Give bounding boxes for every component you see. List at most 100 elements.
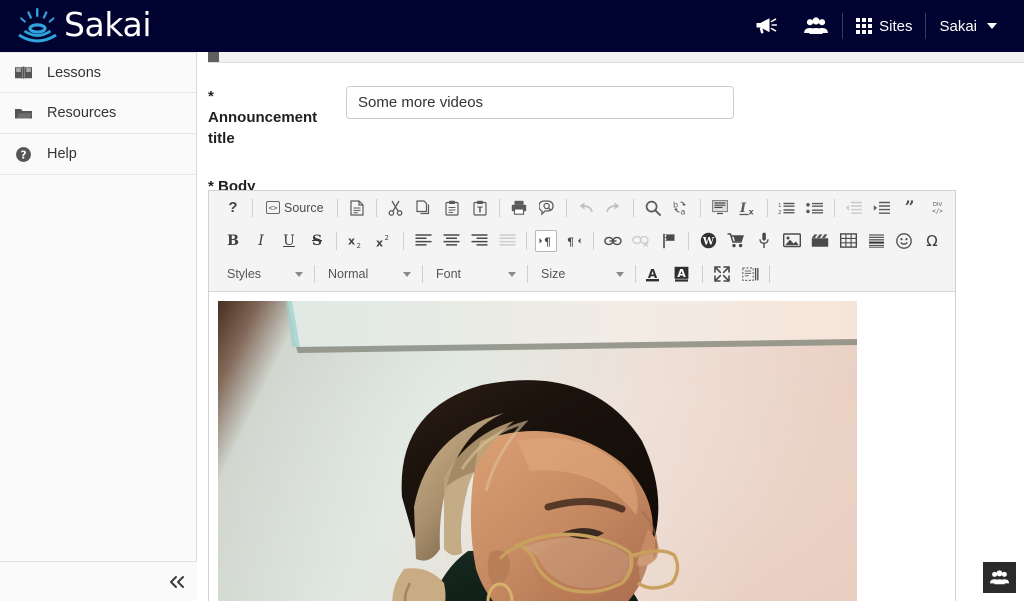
bulleted-list-icon[interactable] (804, 197, 826, 219)
copy-icon[interactable] (413, 197, 435, 219)
svg-text:</>: </> (932, 208, 943, 215)
user-menu-button[interactable]: Sakai (926, 0, 1010, 52)
required-marker: * (208, 88, 214, 105)
svg-text:b: b (673, 200, 678, 209)
styles-dropdown-label: Styles (227, 267, 262, 281)
bold-icon[interactable]: B (222, 230, 244, 252)
svg-text:A: A (677, 267, 686, 280)
new-page-icon[interactable] (346, 197, 368, 219)
sites-label: Sites (879, 17, 913, 35)
help-icon[interactable]: ? (222, 197, 244, 219)
print-icon[interactable] (508, 197, 530, 219)
select-all-icon[interactable] (709, 197, 731, 219)
rich-text-editor: ? <> Source T b a I x 1 2 ” DIV </> B I … (208, 190, 956, 601)
sidebar-item-help[interactable]: ? Help (0, 134, 196, 175)
link-icon[interactable] (602, 230, 624, 252)
svg-text:?: ? (20, 149, 26, 161)
svg-text:2: 2 (356, 242, 360, 249)
toolbar-separator (565, 198, 567, 217)
font-size-dropdown[interactable]: Size (535, 263, 628, 285)
find-icon[interactable] (642, 197, 664, 219)
microphone-icon[interactable] (753, 230, 775, 252)
svg-text:W: W (701, 237, 714, 248)
embedded-photo[interactable] (218, 301, 857, 601)
subscript-icon[interactable]: x2 (345, 230, 367, 252)
align-right-icon[interactable] (468, 230, 490, 252)
special-char-icon[interactable]: Ω (921, 230, 943, 252)
align-center-icon[interactable] (440, 230, 462, 252)
announcement-form: * Announcement title * Body (197, 74, 1024, 195)
sidebar-item-lessons[interactable]: Lessons (0, 52, 196, 93)
chat-widget-button[interactable] (983, 562, 1016, 593)
font-dropdown-label: Font (436, 267, 462, 281)
sakai-logo[interactable]: Sakai (0, 6, 151, 46)
italic-icon[interactable]: I (250, 230, 272, 252)
roster-button[interactable] (790, 0, 842, 52)
source-button[interactable]: <> Source (261, 197, 329, 219)
styles-dropdown[interactable]: Styles (221, 263, 307, 285)
people-group-icon (989, 570, 1010, 585)
scrollbar-thumb[interactable] (208, 52, 219, 62)
indent-icon[interactable] (871, 197, 893, 219)
cart-icon[interactable] (725, 230, 747, 252)
maximize-icon[interactable] (711, 263, 733, 285)
table-icon[interactable] (837, 230, 859, 252)
toolbar-separator (526, 231, 527, 250)
double-chevron-left-icon (167, 575, 187, 589)
movie-clapper-icon[interactable] (809, 230, 831, 252)
svg-text:a: a (681, 207, 686, 216)
toolbar-separator (702, 265, 703, 283)
strikethrough-icon[interactable]: S (306, 230, 328, 252)
folder-icon (12, 106, 34, 121)
grid-apps-icon (856, 18, 873, 34)
announcement-title-label: * Announcement title (208, 74, 346, 149)
background-color-icon[interactable]: A (673, 263, 690, 285)
toolbar-separator (833, 198, 835, 217)
user-menu-label: Sakai (939, 17, 977, 35)
align-left-icon[interactable] (412, 230, 434, 252)
image-icon[interactable] (781, 230, 803, 252)
horizontal-scrollbar[interactable] (208, 52, 1024, 63)
announcements-button[interactable] (742, 0, 790, 52)
unlink-icon (630, 230, 652, 252)
numbered-list-icon[interactable]: 12 (776, 197, 798, 219)
editor-content-area[interactable] (209, 292, 955, 601)
tool-sidebar: Lessons Resources ? Help (0, 52, 197, 601)
toolbar-separator (314, 265, 315, 283)
chevron-down-icon (987, 23, 997, 29)
header-nav: Sites Sakai (742, 0, 1024, 52)
font-dropdown[interactable]: Font (430, 263, 520, 285)
text-direction-rtl-icon[interactable]: ¶ (563, 230, 585, 252)
sidebar-collapse-button[interactable] (0, 561, 197, 601)
smiley-icon[interactable] (893, 230, 915, 252)
superscript-icon[interactable]: x2 (373, 230, 395, 252)
toolbar-separator (688, 231, 689, 250)
svg-text:x: x (348, 234, 355, 247)
paste-icon[interactable] (441, 197, 463, 219)
sites-button[interactable]: Sites (843, 0, 925, 52)
anchor-flag-icon[interactable] (658, 230, 680, 252)
water-splash-icon (16, 6, 60, 46)
cut-icon[interactable] (385, 197, 407, 219)
blockquote-icon[interactable]: ” (899, 197, 921, 219)
font-size-dropdown-label: Size (541, 267, 566, 281)
paragraph-format-dropdown[interactable]: Normal (322, 263, 415, 285)
toolbar-separator (632, 198, 634, 217)
horizontal-rule-icon[interactable] (865, 230, 887, 252)
replace-icon[interactable]: ba (670, 197, 692, 219)
undo-icon (575, 197, 597, 219)
svg-text:2: 2 (778, 210, 782, 215)
text-direction-ltr-icon[interactable]: ¶ (535, 229, 557, 252)
remove-format-icon[interactable]: Ix (737, 197, 759, 219)
paste-text-icon[interactable]: T (469, 197, 491, 219)
spell-check-icon[interactable] (536, 197, 558, 219)
sidebar-item-resources[interactable]: Resources (0, 93, 196, 134)
redo-icon (603, 197, 625, 219)
wikipedia-icon[interactable]: W (697, 230, 719, 252)
text-color-icon[interactable]: A (644, 263, 661, 285)
show-blocks-icon[interactable] (739, 263, 761, 285)
announcement-title-label-text: Announcement title (208, 109, 318, 147)
announcement-title-input[interactable] (346, 86, 734, 119)
underline-icon[interactable]: U (278, 230, 300, 252)
create-div-icon[interactable]: DIV </> (927, 197, 949, 219)
